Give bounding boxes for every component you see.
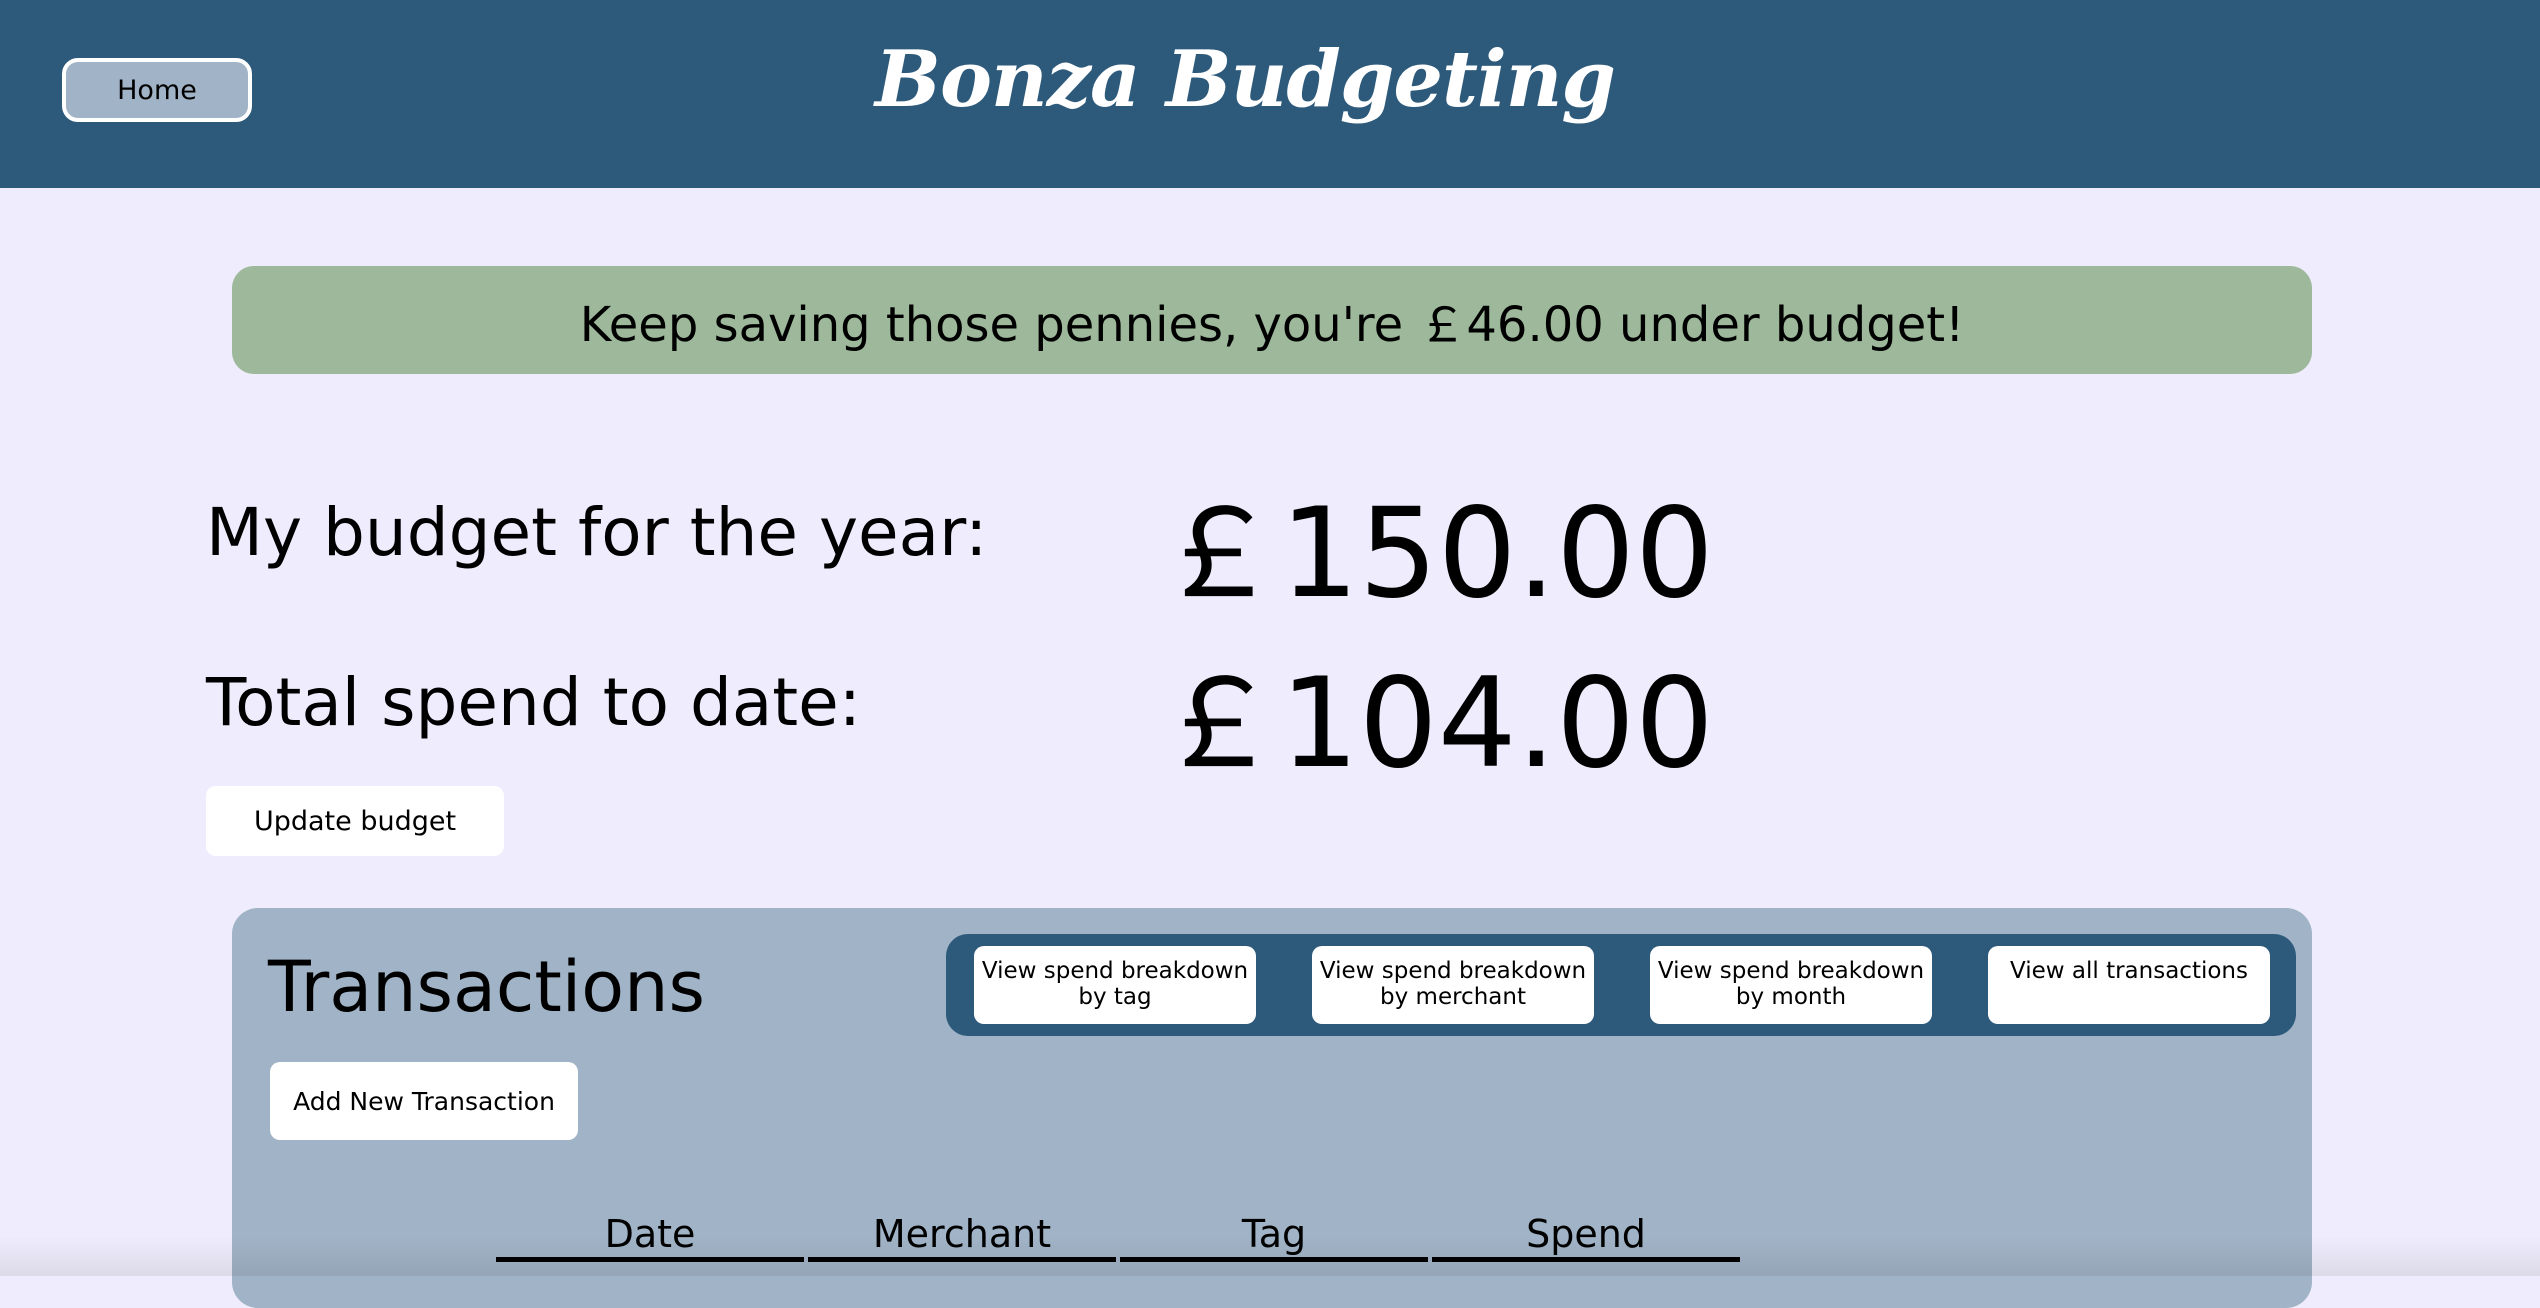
breakdown-by-merchant-button[interactable]: View spend breakdown by merchant: [1312, 946, 1594, 1024]
breakdown-by-tag-button[interactable]: View spend breakdown by tag: [974, 946, 1256, 1024]
transactions-panel: Transactions View spend breakdown by tag …: [232, 908, 2312, 1308]
breakdown-by-month-button[interactable]: View spend breakdown by month: [1650, 946, 1932, 1024]
update-budget-button[interactable]: Update budget: [206, 786, 504, 856]
spend-label: Total spend to date:: [206, 664, 862, 741]
banner-message: Keep saving those pennies, you're ￡46.00…: [579, 297, 1965, 353]
breakdown-button-bar: View spend breakdown by tag View spend br…: [946, 934, 2296, 1036]
column-header-tag: Tag: [1120, 1212, 1428, 1262]
column-header-spend: Spend: [1432, 1212, 1740, 1262]
budget-value: ￡150.00: [1156, 482, 1714, 626]
view-all-transactions-button[interactable]: View all transactions: [1988, 946, 2270, 1024]
budget-label: My budget for the year:: [206, 494, 988, 571]
column-header-date: Date: [496, 1212, 804, 1262]
budget-status-banner: Keep saving those pennies, you're ￡46.00…: [232, 266, 2312, 374]
transactions-title: Transactions: [268, 946, 705, 1028]
add-transaction-button[interactable]: Add New Transaction: [270, 1062, 578, 1140]
spend-value: ￡104.00: [1156, 652, 1714, 796]
column-header-merchant: Merchant: [808, 1212, 1116, 1262]
top-header: Home Bonza Budgeting: [0, 0, 2540, 188]
app-title: Bonza Budgeting: [875, 34, 1616, 125]
